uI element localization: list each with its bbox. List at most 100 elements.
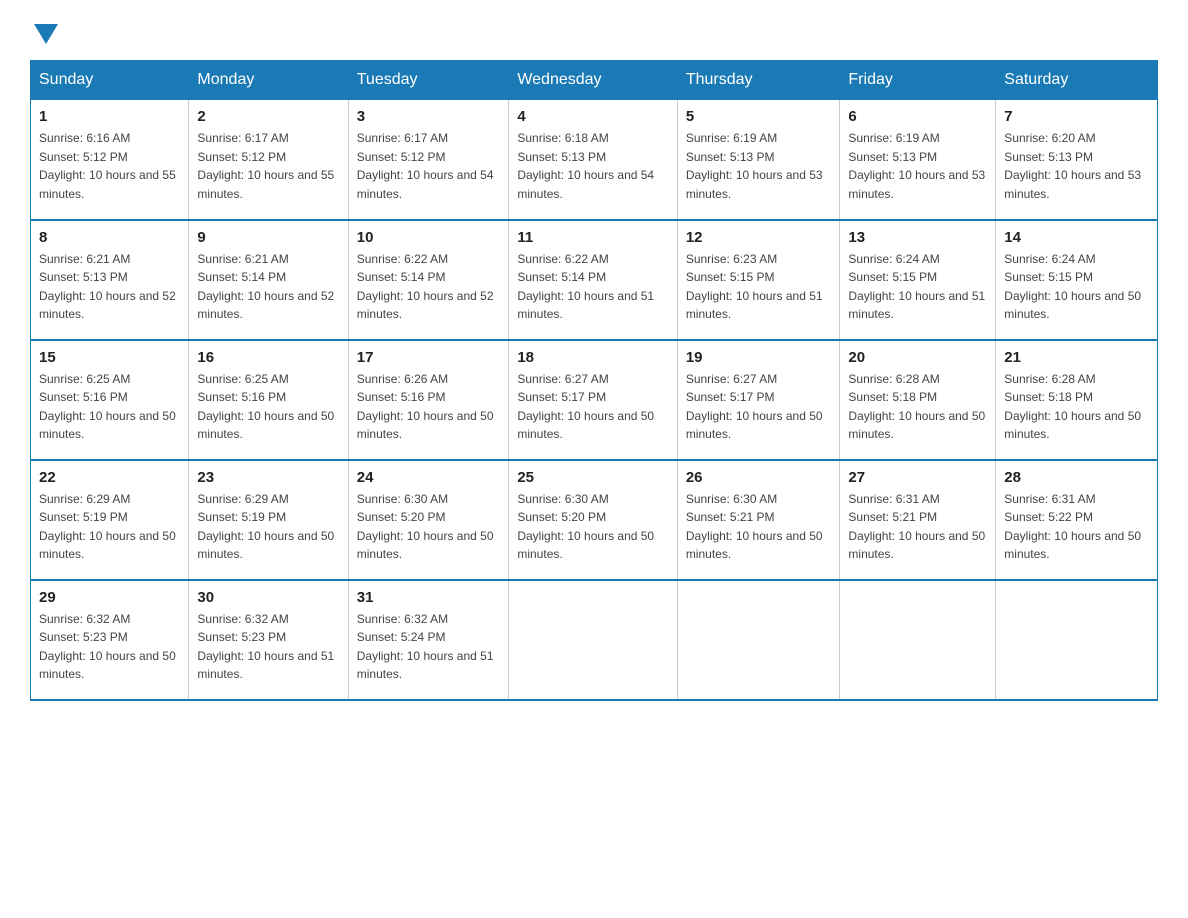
- day-number: 7: [1004, 108, 1149, 125]
- day-number: 23: [197, 469, 339, 486]
- day-number: 24: [357, 469, 501, 486]
- day-number: 25: [517, 469, 668, 486]
- day-info: Sunrise: 6:24 AMSunset: 5:15 PMDaylight:…: [1004, 250, 1149, 324]
- calendar-week-row: 29 Sunrise: 6:32 AMSunset: 5:23 PMDaylig…: [31, 580, 1158, 700]
- calendar-day-cell: 31 Sunrise: 6:32 AMSunset: 5:24 PMDaylig…: [348, 580, 509, 700]
- day-info: Sunrise: 6:25 AMSunset: 5:16 PMDaylight:…: [39, 370, 180, 444]
- calendar-day-cell: 26 Sunrise: 6:30 AMSunset: 5:21 PMDaylig…: [677, 460, 840, 580]
- day-number: 4: [517, 108, 668, 125]
- calendar-week-row: 22 Sunrise: 6:29 AMSunset: 5:19 PMDaylig…: [31, 460, 1158, 580]
- day-info: Sunrise: 6:20 AMSunset: 5:13 PMDaylight:…: [1004, 129, 1149, 203]
- day-number: 6: [848, 108, 987, 125]
- calendar-day-cell: [677, 580, 840, 700]
- calendar-day-cell: 7 Sunrise: 6:20 AMSunset: 5:13 PMDayligh…: [996, 100, 1158, 220]
- day-info: Sunrise: 6:23 AMSunset: 5:15 PMDaylight:…: [686, 250, 832, 324]
- calendar-day-cell: 16 Sunrise: 6:25 AMSunset: 5:16 PMDaylig…: [189, 340, 348, 460]
- day-number: 18: [517, 349, 668, 366]
- day-number: 3: [357, 108, 501, 125]
- calendar-week-row: 15 Sunrise: 6:25 AMSunset: 5:16 PMDaylig…: [31, 340, 1158, 460]
- calendar-day-cell: 24 Sunrise: 6:30 AMSunset: 5:20 PMDaylig…: [348, 460, 509, 580]
- calendar-day-cell: 1 Sunrise: 6:16 AMSunset: 5:12 PMDayligh…: [31, 100, 189, 220]
- day-number: 19: [686, 349, 832, 366]
- day-info: Sunrise: 6:28 AMSunset: 5:18 PMDaylight:…: [1004, 370, 1149, 444]
- day-number: 8: [39, 229, 180, 246]
- header-saturday: Saturday: [996, 61, 1158, 100]
- day-number: 17: [357, 349, 501, 366]
- header-monday: Monday: [189, 61, 348, 100]
- calendar-day-cell: 29 Sunrise: 6:32 AMSunset: 5:23 PMDaylig…: [31, 580, 189, 700]
- calendar-day-cell: [840, 580, 996, 700]
- logo: [30, 20, 58, 42]
- day-number: 5: [686, 108, 832, 125]
- calendar-day-cell: 14 Sunrise: 6:24 AMSunset: 5:15 PMDaylig…: [996, 220, 1158, 340]
- calendar-day-cell: 28 Sunrise: 6:31 AMSunset: 5:22 PMDaylig…: [996, 460, 1158, 580]
- day-info: Sunrise: 6:26 AMSunset: 5:16 PMDaylight:…: [357, 370, 501, 444]
- day-number: 28: [1004, 469, 1149, 486]
- calendar-day-cell: 5 Sunrise: 6:19 AMSunset: 5:13 PMDayligh…: [677, 100, 840, 220]
- day-number: 20: [848, 349, 987, 366]
- day-info: Sunrise: 6:18 AMSunset: 5:13 PMDaylight:…: [517, 129, 668, 203]
- calendar-day-cell: 10 Sunrise: 6:22 AMSunset: 5:14 PMDaylig…: [348, 220, 509, 340]
- day-number: 16: [197, 349, 339, 366]
- calendar-day-cell: 19 Sunrise: 6:27 AMSunset: 5:17 PMDaylig…: [677, 340, 840, 460]
- day-number: 21: [1004, 349, 1149, 366]
- header-thursday: Thursday: [677, 61, 840, 100]
- calendar-day-cell: [509, 580, 677, 700]
- calendar-day-cell: 23 Sunrise: 6:29 AMSunset: 5:19 PMDaylig…: [189, 460, 348, 580]
- day-number: 22: [39, 469, 180, 486]
- calendar-table: Sunday Monday Tuesday Wednesday Thursday…: [30, 60, 1158, 701]
- day-number: 13: [848, 229, 987, 246]
- day-info: Sunrise: 6:32 AMSunset: 5:23 PMDaylight:…: [197, 610, 339, 684]
- day-number: 14: [1004, 229, 1149, 246]
- day-info: Sunrise: 6:22 AMSunset: 5:14 PMDaylight:…: [357, 250, 501, 324]
- calendar-day-cell: 12 Sunrise: 6:23 AMSunset: 5:15 PMDaylig…: [677, 220, 840, 340]
- calendar-day-cell: 11 Sunrise: 6:22 AMSunset: 5:14 PMDaylig…: [509, 220, 677, 340]
- day-info: Sunrise: 6:19 AMSunset: 5:13 PMDaylight:…: [848, 129, 987, 203]
- day-info: Sunrise: 6:32 AMSunset: 5:23 PMDaylight:…: [39, 610, 180, 684]
- calendar-day-cell: 17 Sunrise: 6:26 AMSunset: 5:16 PMDaylig…: [348, 340, 509, 460]
- day-info: Sunrise: 6:22 AMSunset: 5:14 PMDaylight:…: [517, 250, 668, 324]
- calendar-day-cell: 18 Sunrise: 6:27 AMSunset: 5:17 PMDaylig…: [509, 340, 677, 460]
- day-info: Sunrise: 6:27 AMSunset: 5:17 PMDaylight:…: [517, 370, 668, 444]
- day-info: Sunrise: 6:16 AMSunset: 5:12 PMDaylight:…: [39, 129, 180, 203]
- calendar-day-cell: 22 Sunrise: 6:29 AMSunset: 5:19 PMDaylig…: [31, 460, 189, 580]
- day-info: Sunrise: 6:30 AMSunset: 5:20 PMDaylight:…: [517, 490, 668, 564]
- day-number: 30: [197, 589, 339, 606]
- day-info: Sunrise: 6:31 AMSunset: 5:21 PMDaylight:…: [848, 490, 987, 564]
- day-info: Sunrise: 6:28 AMSunset: 5:18 PMDaylight:…: [848, 370, 987, 444]
- calendar-week-row: 1 Sunrise: 6:16 AMSunset: 5:12 PMDayligh…: [31, 100, 1158, 220]
- calendar-day-cell: 30 Sunrise: 6:32 AMSunset: 5:23 PMDaylig…: [189, 580, 348, 700]
- calendar-day-cell: 2 Sunrise: 6:17 AMSunset: 5:12 PMDayligh…: [189, 100, 348, 220]
- day-info: Sunrise: 6:17 AMSunset: 5:12 PMDaylight:…: [357, 129, 501, 203]
- day-info: Sunrise: 6:21 AMSunset: 5:13 PMDaylight:…: [39, 250, 180, 324]
- calendar-day-cell: 21 Sunrise: 6:28 AMSunset: 5:18 PMDaylig…: [996, 340, 1158, 460]
- day-info: Sunrise: 6:29 AMSunset: 5:19 PMDaylight:…: [197, 490, 339, 564]
- header-friday: Friday: [840, 61, 996, 100]
- calendar-day-cell: 27 Sunrise: 6:31 AMSunset: 5:21 PMDaylig…: [840, 460, 996, 580]
- day-number: 15: [39, 349, 180, 366]
- page-header: [30, 20, 1158, 42]
- day-number: 1: [39, 108, 180, 125]
- weekday-header-row: Sunday Monday Tuesday Wednesday Thursday…: [31, 61, 1158, 100]
- day-number: 2: [197, 108, 339, 125]
- header-tuesday: Tuesday: [348, 61, 509, 100]
- day-info: Sunrise: 6:30 AMSunset: 5:21 PMDaylight:…: [686, 490, 832, 564]
- day-info: Sunrise: 6:32 AMSunset: 5:24 PMDaylight:…: [357, 610, 501, 684]
- day-info: Sunrise: 6:24 AMSunset: 5:15 PMDaylight:…: [848, 250, 987, 324]
- day-info: Sunrise: 6:17 AMSunset: 5:12 PMDaylight:…: [197, 129, 339, 203]
- day-number: 10: [357, 229, 501, 246]
- calendar-day-cell: 6 Sunrise: 6:19 AMSunset: 5:13 PMDayligh…: [840, 100, 996, 220]
- day-number: 9: [197, 229, 339, 246]
- day-info: Sunrise: 6:19 AMSunset: 5:13 PMDaylight:…: [686, 129, 832, 203]
- logo-arrow-icon: [34, 24, 58, 44]
- calendar-day-cell: 4 Sunrise: 6:18 AMSunset: 5:13 PMDayligh…: [509, 100, 677, 220]
- day-info: Sunrise: 6:21 AMSunset: 5:14 PMDaylight:…: [197, 250, 339, 324]
- day-info: Sunrise: 6:27 AMSunset: 5:17 PMDaylight:…: [686, 370, 832, 444]
- calendar-day-cell: 9 Sunrise: 6:21 AMSunset: 5:14 PMDayligh…: [189, 220, 348, 340]
- calendar-day-cell: 13 Sunrise: 6:24 AMSunset: 5:15 PMDaylig…: [840, 220, 996, 340]
- calendar-day-cell: 25 Sunrise: 6:30 AMSunset: 5:20 PMDaylig…: [509, 460, 677, 580]
- day-number: 26: [686, 469, 832, 486]
- header-wednesday: Wednesday: [509, 61, 677, 100]
- day-number: 27: [848, 469, 987, 486]
- day-number: 31: [357, 589, 501, 606]
